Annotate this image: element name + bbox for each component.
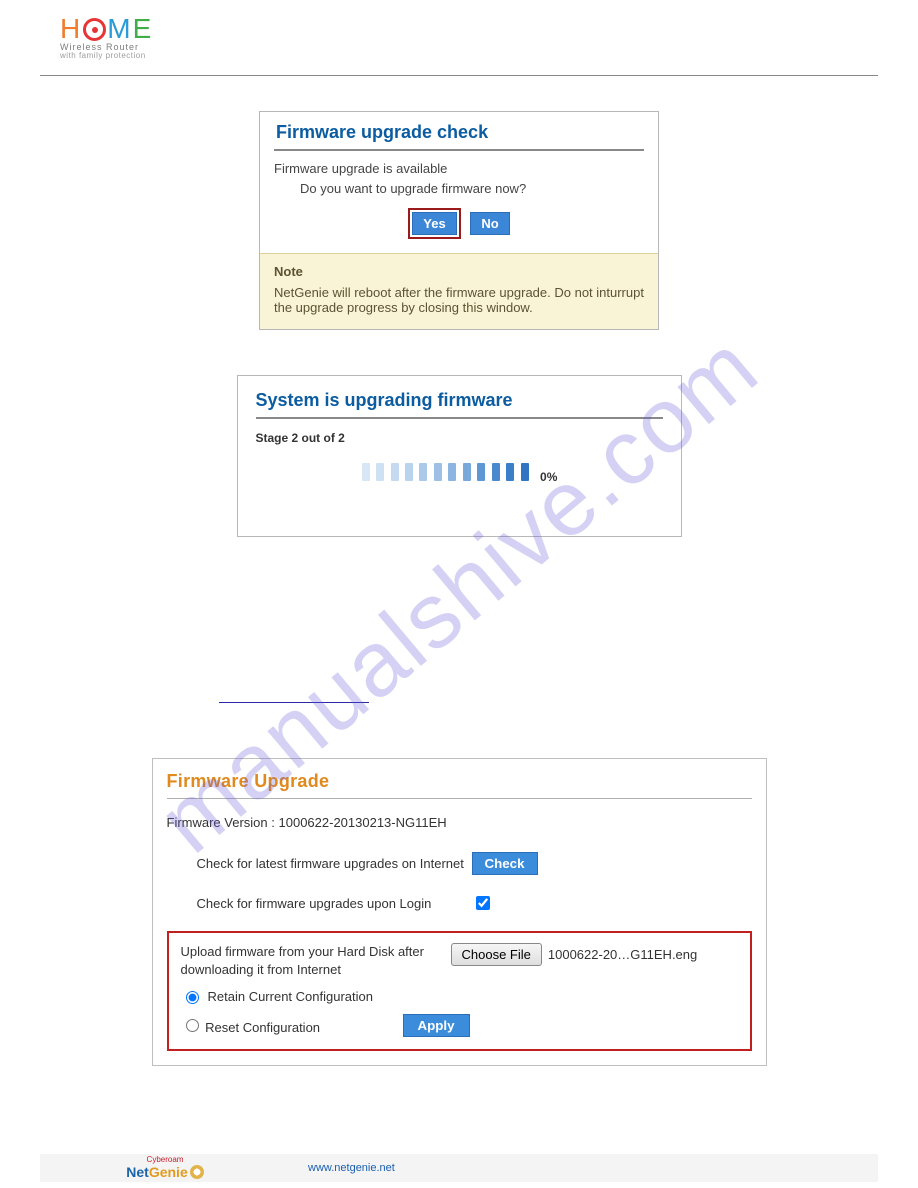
footer-url: www.netgenie.net — [290, 1162, 395, 1174]
panel-divider — [167, 798, 752, 799]
link-placeholder — [219, 702, 369, 703]
choose-file-button[interactable]: Choose File — [451, 943, 542, 966]
logo-o-icon — [83, 18, 106, 41]
firmware-upgrade-panel: Firmware Upgrade Firmware Version : 1000… — [152, 758, 767, 1066]
yes-button-highlight: Yes — [408, 208, 460, 239]
note-label: Note — [274, 264, 644, 279]
logo-subtitle-2: with family protection — [60, 52, 153, 60]
chosen-filename: 1000622-20…G11EH.eng — [548, 947, 697, 962]
logo-wordmark: HME — [60, 13, 153, 44]
reset-config-label: Reset Configuration — [205, 1020, 320, 1035]
check-button[interactable]: Check — [472, 852, 538, 875]
dialog-message-1: Firmware upgrade is available — [274, 161, 644, 176]
page-footer: Cyberoam NetGenie www.netgenie.net — [40, 1154, 878, 1182]
progress-divider — [256, 417, 663, 419]
retain-config-label: Retain Current Configuration — [208, 989, 373, 1004]
note-text: NetGenie will reboot after the firmware … — [274, 285, 644, 315]
check-internet-label: Check for latest firmware upgrades on In… — [167, 856, 472, 871]
check-on-login-checkbox[interactable] — [476, 896, 490, 910]
check-on-login-label: Check for firmware upgrades upon Login — [167, 896, 472, 911]
no-button[interactable]: No — [470, 212, 509, 235]
upload-section: Upload firmware from your Hard Disk afte… — [167, 931, 752, 1051]
progress-title: System is upgrading firmware — [256, 390, 663, 411]
note-box: Note NetGenie will reboot after the firm… — [260, 253, 658, 329]
progress-stage: Stage 2 out of 2 — [256, 431, 663, 445]
yes-button[interactable]: Yes — [412, 212, 456, 235]
page-header: HME Wireless Router with family protecti… — [0, 0, 918, 69]
progress-percent: 0% — [540, 470, 557, 484]
apply-button[interactable]: Apply — [403, 1014, 470, 1037]
version-label: Firmware Version : — [167, 815, 275, 830]
header-divider — [40, 75, 878, 76]
upgrade-progress-dialog: System is upgrading firmware Stage 2 out… — [237, 375, 682, 537]
footer-logo: Cyberoam NetGenie — [40, 1156, 290, 1180]
progress-bar — [361, 463, 530, 486]
logo: HME Wireless Router with family protecti… — [60, 15, 153, 60]
upload-label: Upload firmware from your Hard Disk afte… — [181, 943, 451, 978]
dialog-message-2: Do you want to upgrade firmware now? — [274, 181, 644, 196]
dialog-title: Firmware upgrade check — [260, 112, 658, 149]
panel-title: Firmware Upgrade — [167, 771, 752, 792]
firmware-check-dialog: Firmware upgrade check Firmware upgrade … — [259, 111, 659, 330]
version-value: 1000622-20130213-NG11EH — [279, 815, 447, 830]
dialog-divider — [274, 149, 644, 151]
retain-config-radio[interactable] — [186, 991, 199, 1004]
reset-config-radio[interactable] — [186, 1019, 199, 1032]
genie-icon — [190, 1165, 204, 1179]
footer-brand-small: Cyberoam — [40, 1156, 290, 1164]
firmware-version-row: Firmware Version : 1000622-20130213-NG11… — [167, 815, 752, 830]
